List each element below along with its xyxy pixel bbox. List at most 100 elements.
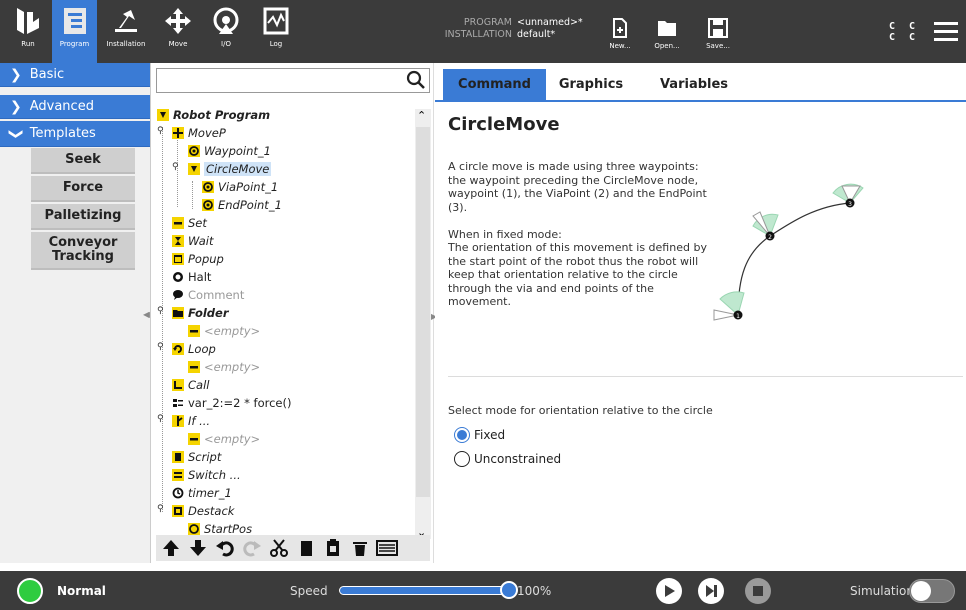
tree-item[interactable]: Popup <box>171 250 224 268</box>
template-seek[interactable]: Seek <box>31 148 135 174</box>
template-conveyor-tracking[interactable]: Conveyor Tracking <box>31 232 135 270</box>
program-info: PROGRAM <unnamed>* INSTALLATION default* <box>436 17 583 41</box>
open-button[interactable]: Open... <box>651 18 683 50</box>
run-button[interactable]: Run <box>10 6 46 61</box>
search-icon[interactable] <box>406 70 426 90</box>
tab-variables[interactable]: Variables <box>649 69 739 100</box>
tree-item[interactable]: ViaPoint_1 <box>201 178 278 196</box>
tree-item[interactable]: Set <box>171 214 207 232</box>
tree-item[interactable]: Call <box>171 376 209 394</box>
tree-item[interactable]: var_2:=2 * force() <box>171 394 291 412</box>
program-button[interactable]: Program <box>52 0 97 63</box>
waypoint-icon <box>187 145 200 158</box>
play-button[interactable] <box>656 578 682 604</box>
move-button[interactable]: Move <box>160 6 196 61</box>
tab-bar: Command Graphics Variables <box>435 69 966 102</box>
cut-icon[interactable] <box>266 537 292 559</box>
delete-icon[interactable] <box>347 537 373 559</box>
open-folder-icon <box>658 21 676 36</box>
installation-label-text: INSTALLATION <box>444 29 512 40</box>
status-indicator-icon[interactable] <box>17 578 43 604</box>
speed-value: 100% <box>517 584 552 598</box>
new-button[interactable]: New... <box>605 18 635 50</box>
diagram-point-3: 3 <box>848 201 852 208</box>
tab-command[interactable]: Command <box>443 69 546 100</box>
move-icon <box>165 8 191 34</box>
tree-item[interactable]: Robot Program <box>156 109 270 124</box>
copy-icon[interactable] <box>293 537 319 559</box>
sidebar: ❯ Basic ❯ Advanced ❯ Templates Seek Forc… <box>0 63 150 563</box>
tree-item[interactable]: Folder <box>171 304 229 322</box>
waypoint-icon <box>201 199 214 212</box>
tree-item[interactable]: <empty> <box>187 430 260 448</box>
stop-icon <box>753 586 763 596</box>
tree-item[interactable]: Switch ... <box>171 466 241 484</box>
tree-item-label: Halt <box>188 270 212 284</box>
sidebar-section-templates[interactable]: ❯ Templates <box>0 121 150 147</box>
tree-item[interactable]: Destack <box>171 502 234 520</box>
section-label: Templates <box>29 126 96 141</box>
tree-search-input[interactable] <box>156 68 430 93</box>
program-tree[interactable]: Robot Program ⚲ MoveP Waypoint_1 ⚲ Circl… <box>151 109 413 539</box>
empty-icon <box>187 361 200 374</box>
tree-item[interactable]: <empty> <box>187 322 260 340</box>
paste-icon[interactable] <box>320 537 346 559</box>
tree-item[interactable]: <empty> <box>187 358 260 376</box>
scroll-up-icon[interactable]: ⌃ <box>417 109 426 122</box>
speed-slider-handle[interactable] <box>500 581 518 599</box>
scrollbar-thumb[interactable] <box>416 127 430 497</box>
installation-button[interactable]: Installation <box>100 6 152 61</box>
tree-item[interactable]: Waypoint_1 <box>187 142 271 160</box>
save-icon <box>708 18 728 38</box>
chevron-down-icon: ❯ <box>7 127 24 140</box>
tree-item[interactable]: If ... <box>171 412 210 430</box>
log-button[interactable]: Log <box>258 6 294 61</box>
move-up-icon[interactable] <box>158 537 184 559</box>
tree-item-label: CircleMove <box>204 162 272 176</box>
program-icon <box>63 8 86 34</box>
empty-icon <box>187 433 200 446</box>
tree-item[interactable]: Halt <box>171 268 211 286</box>
redo-icon[interactable] <box>239 537 265 559</box>
radio-unchecked-icon <box>454 451 470 467</box>
io-button[interactable]: I/O <box>208 6 244 61</box>
template-palletizing[interactable]: Palletizing <box>31 204 135 230</box>
tree-item[interactable]: Loop <box>171 340 216 358</box>
step-icon <box>706 585 717 597</box>
tree-item[interactable]: EndPoint_1 <box>201 196 282 214</box>
sidebar-section-basic[interactable]: ❯ Basic <box>0 63 150 87</box>
template-force[interactable]: Force <box>31 176 135 202</box>
tree-item[interactable]: MoveP <box>171 124 226 142</box>
timer-icon <box>171 487 184 500</box>
tree-scrollbar[interactable]: ⌃ ⌄ <box>415 109 431 539</box>
open-label: Open... <box>654 42 680 50</box>
tree-item[interactable]: Script <box>171 448 221 466</box>
tree-item-label: Switch ... <box>188 468 241 482</box>
speed-slider[interactable] <box>339 586 509 595</box>
step-button[interactable] <box>698 578 724 604</box>
undo-icon[interactable] <box>212 537 238 559</box>
tree-item-label: MoveP <box>188 126 226 140</box>
simulation-toggle[interactable] <box>909 579 955 603</box>
save-button[interactable]: Save... <box>702 18 734 50</box>
program-tree-panel: Robot Program ⚲ MoveP Waypoint_1 ⚲ Circl… <box>150 63 434 563</box>
stop-button[interactable] <box>745 578 771 604</box>
radio-unconstrained[interactable]: Unconstrained <box>454 451 561 467</box>
tree-item[interactable]: Wait <box>171 232 214 250</box>
tree-item-selected[interactable]: CircleMove <box>187 160 272 178</box>
command-description: A circle move is made using three waypoi… <box>448 160 707 308</box>
radio-fixed[interactable]: Fixed <box>454 427 505 443</box>
tab-graphics[interactable]: Graphics <box>551 69 631 100</box>
move-down-icon[interactable] <box>185 537 211 559</box>
hamburger-menu-icon[interactable] <box>934 22 958 42</box>
sidebar-section-advanced[interactable]: ❯ Advanced <box>0 95 150 119</box>
circle-move-icon <box>187 163 200 176</box>
tree-item[interactable]: Comment <box>171 286 244 304</box>
diagram-point-2: 2 <box>768 234 772 241</box>
tree-item-label: If ... <box>188 414 211 428</box>
status-text: Normal <box>57 584 106 598</box>
set-icon <box>171 217 184 230</box>
mode-select-label: Select mode for orientation relative to … <box>448 404 713 417</box>
suppress-icon[interactable] <box>374 537 400 559</box>
tree-item[interactable]: timer_1 <box>171 484 232 502</box>
